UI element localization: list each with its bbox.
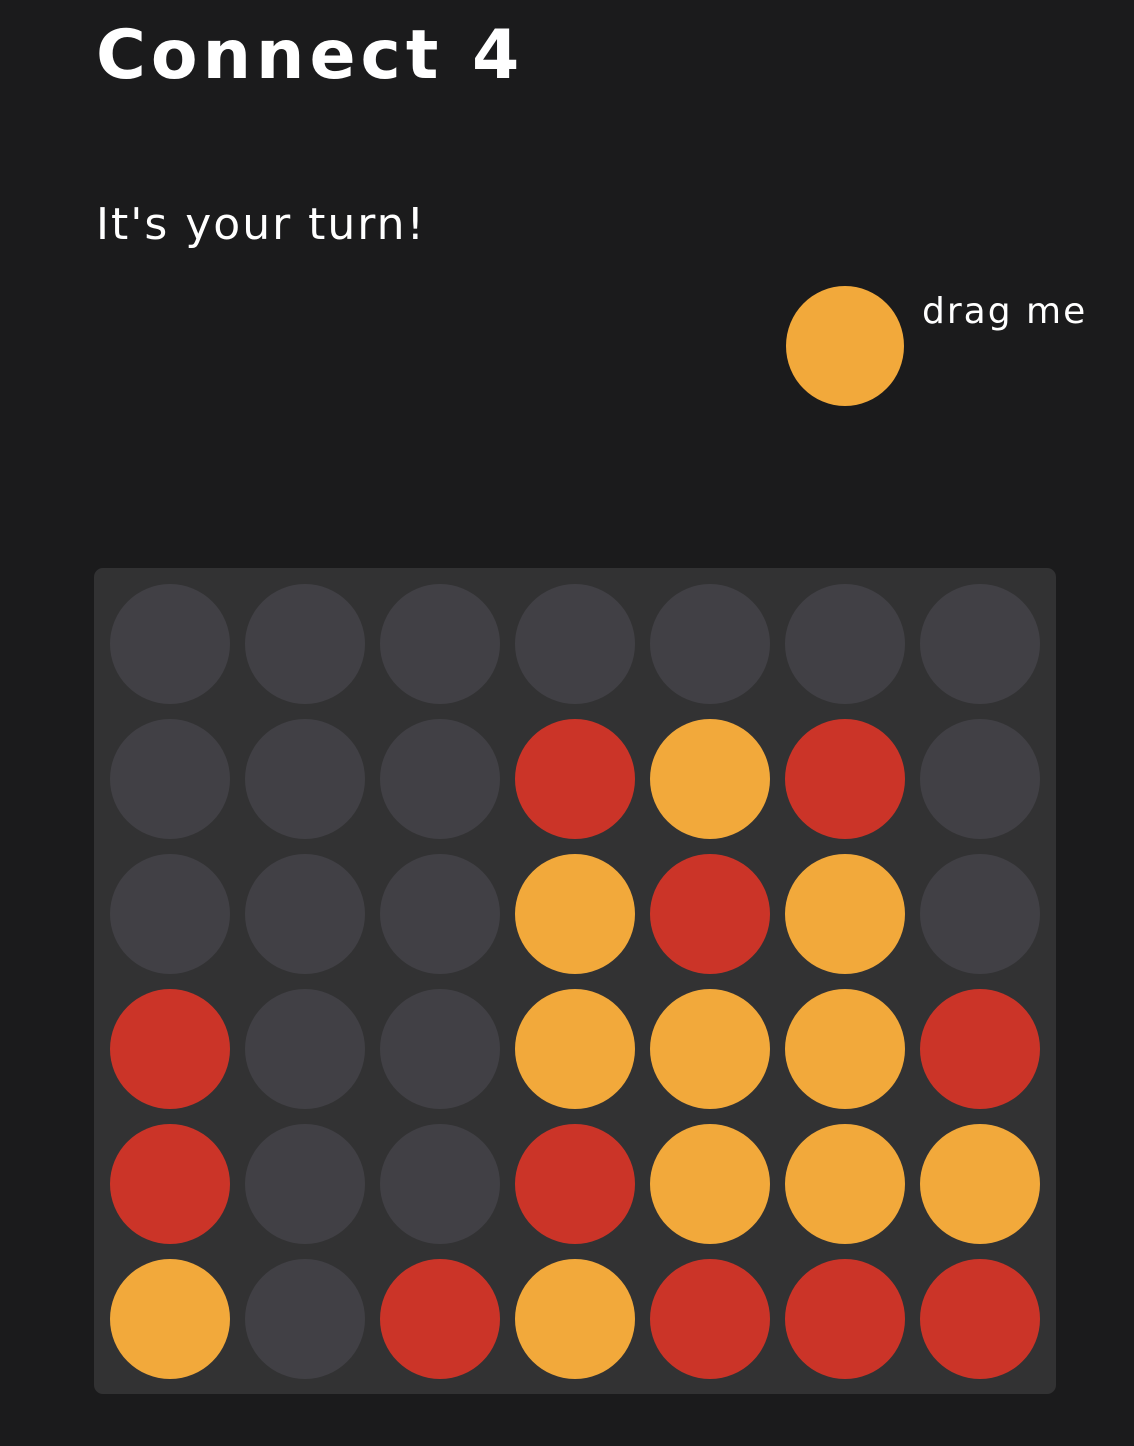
- empty-slot[interactable]: [380, 1124, 500, 1244]
- empty-slot[interactable]: [380, 584, 500, 704]
- yellow-disc[interactable]: [515, 854, 635, 974]
- red-disc[interactable]: [920, 1259, 1040, 1379]
- empty-slot[interactable]: [245, 719, 365, 839]
- game-title: Connect 4: [96, 16, 525, 95]
- empty-slot[interactable]: [110, 719, 230, 839]
- red-disc[interactable]: [110, 1124, 230, 1244]
- draggable-game-piece[interactable]: [786, 286, 904, 406]
- empty-slot[interactable]: [920, 584, 1040, 704]
- red-disc[interactable]: [650, 1259, 770, 1379]
- empty-slot[interactable]: [650, 584, 770, 704]
- red-disc[interactable]: [650, 854, 770, 974]
- empty-slot[interactable]: [110, 584, 230, 704]
- empty-slot[interactable]: [380, 989, 500, 1109]
- empty-slot[interactable]: [245, 584, 365, 704]
- red-disc[interactable]: [920, 989, 1040, 1109]
- red-disc[interactable]: [515, 1124, 635, 1244]
- yellow-disc[interactable]: [110, 1259, 230, 1379]
- empty-slot[interactable]: [515, 584, 635, 704]
- turn-status: It's your turn!: [96, 199, 427, 250]
- empty-slot[interactable]: [245, 1124, 365, 1244]
- yellow-disc[interactable]: [785, 854, 905, 974]
- empty-slot[interactable]: [380, 854, 500, 974]
- red-disc[interactable]: [110, 989, 230, 1109]
- empty-slot[interactable]: [920, 719, 1040, 839]
- yellow-disc[interactable]: [650, 1124, 770, 1244]
- yellow-disc[interactable]: [785, 1124, 905, 1244]
- red-disc[interactable]: [785, 719, 905, 839]
- yellow-disc[interactable]: [515, 1259, 635, 1379]
- red-disc[interactable]: [380, 1259, 500, 1379]
- yellow-disc[interactable]: [785, 989, 905, 1109]
- yellow-disc[interactable]: [920, 1124, 1040, 1244]
- empty-slot[interactable]: [920, 854, 1040, 974]
- empty-slot[interactable]: [245, 1259, 365, 1379]
- empty-slot[interactable]: [245, 854, 365, 974]
- red-disc[interactable]: [785, 1259, 905, 1379]
- empty-slot[interactable]: [785, 584, 905, 704]
- game-board[interactable]: [94, 568, 1056, 1394]
- empty-slot[interactable]: [245, 989, 365, 1109]
- empty-slot[interactable]: [110, 854, 230, 974]
- yellow-disc[interactable]: [650, 719, 770, 839]
- yellow-disc[interactable]: [515, 989, 635, 1109]
- drag-hint-label: drag me: [922, 291, 1088, 332]
- red-disc[interactable]: [515, 719, 635, 839]
- yellow-disc[interactable]: [650, 989, 770, 1109]
- empty-slot[interactable]: [380, 719, 500, 839]
